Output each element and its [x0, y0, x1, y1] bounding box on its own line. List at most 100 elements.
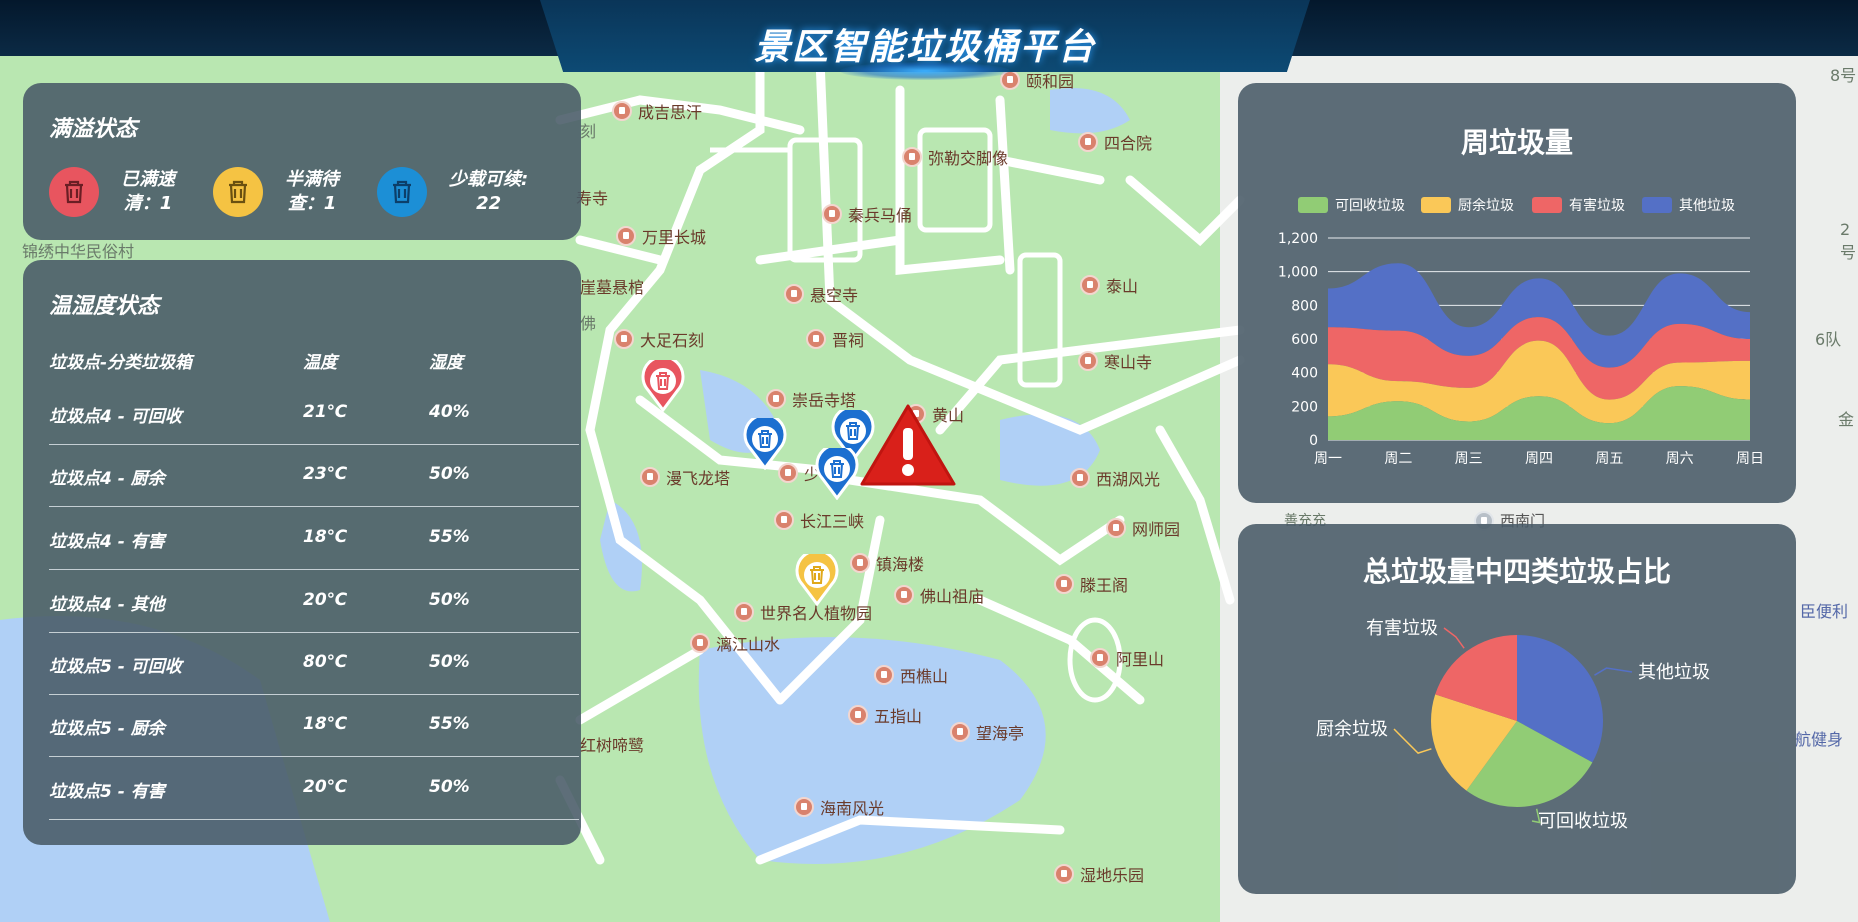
map-label: 佛: [580, 314, 597, 333]
poi[interactable]: 西樵山: [874, 663, 948, 687]
map-label: 臣便利: [1800, 602, 1849, 621]
poi[interactable]: 弥勒交脚像: [902, 145, 1008, 169]
poi[interactable]: 红树啼鹭: [580, 732, 644, 756]
overflow-status-panel: 满溢状态 已满速 清：1 半满待 查：1 少载可续: 22: [23, 83, 581, 240]
x-tick-label: 周三: [1455, 451, 1483, 467]
poi[interactable]: 四合院: [1078, 130, 1152, 154]
poi-icon: [1078, 132, 1098, 152]
poi[interactable]: 秦兵马俑: [822, 202, 912, 226]
poi-icon: [1106, 518, 1126, 538]
status-label: 已满速: [121, 169, 175, 190]
poi[interactable]: 望海亭: [950, 720, 1024, 744]
poi-icon: [766, 389, 786, 409]
poi[interactable]: 镇海楼: [850, 551, 924, 575]
poi[interactable]: 网师园: [1106, 516, 1180, 540]
humidity-cell: 40%: [429, 402, 470, 422]
pie-label: 可回收垃圾: [1538, 811, 1628, 832]
table-row[interactable]: 垃圾点5 - 有害 20℃ 50%: [49, 757, 579, 820]
poi[interactable]: 成吉思汗: [612, 99, 702, 123]
poi[interactable]: 西湖风光: [1070, 466, 1160, 490]
pie-leader-line: [1594, 667, 1633, 676]
point-cell: 垃圾点4 - 厨余: [49, 469, 165, 489]
poi[interactable]: 佛山祖庙: [894, 583, 984, 607]
map-label: 8号: [1830, 66, 1857, 85]
poi[interactable]: 晋祠: [806, 327, 864, 351]
status-value: 查：1: [287, 193, 337, 214]
legend-swatch[interactable]: [1642, 197, 1672, 213]
bin-marker-full[interactable]: [640, 360, 686, 412]
status-ok[interactable]: 少载可续: 22: [377, 167, 528, 217]
poi-icon: [794, 797, 814, 817]
legend-label[interactable]: 厨余垃圾: [1458, 197, 1514, 214]
poi-icon: [848, 705, 868, 725]
map-label: 锦绣中华民俗村: [22, 242, 135, 261]
point-cell: 垃圾点5 - 厨余: [49, 719, 165, 739]
poi[interactable]: 万里长城: [616, 224, 706, 248]
poi[interactable]: 漫飞龙塔: [640, 465, 730, 489]
pie-chart[interactable]: 其他垃圾可回收垃圾 厨余垃圾 有害垃圾: [1238, 524, 1796, 894]
pie-label: 有害垃圾: [1366, 618, 1438, 639]
poi-icon: [784, 284, 804, 304]
poi-icon: [774, 510, 794, 530]
map-label: 金: [1838, 410, 1855, 429]
poi-icon: [902, 147, 922, 167]
area-chart[interactable]: 可回收垃圾 厨余垃圾 有害垃圾 其他垃圾 0 200 400 600 800 1,000 1,200…: [1238, 83, 1796, 503]
legend-swatch[interactable]: [1421, 197, 1451, 213]
point-cell: 垃圾点5 - 有害: [49, 782, 165, 802]
poi[interactable]: 崖墓悬棺: [580, 274, 644, 298]
humidity-cell: 50%: [429, 590, 470, 610]
legend-label[interactable]: 其他垃圾: [1679, 198, 1735, 214]
humidity-cell: 55%: [429, 527, 470, 547]
table-header: 垃圾点-分类垃圾箱: [49, 353, 193, 373]
poi-icon: [1054, 864, 1074, 884]
poi-icon: [1078, 351, 1098, 371]
poi[interactable]: 滕王阁: [1054, 572, 1128, 596]
y-tick-label: 800: [1291, 298, 1318, 314]
poi[interactable]: 漓江山水: [690, 631, 780, 655]
bin-marker-ok[interactable]: [742, 418, 788, 470]
poi[interactable]: 寒山寺: [1078, 349, 1152, 373]
trash-icon: [377, 167, 427, 217]
x-tick-label: 周二: [1384, 451, 1412, 467]
table-row[interactable]: 垃圾点5 - 厨余 18℃ 55%: [49, 694, 579, 757]
legend-label[interactable]: 可回收垃圾: [1335, 198, 1405, 214]
table-row[interactable]: 垃圾点4 - 厨余 23℃ 50%: [49, 444, 579, 507]
table-row[interactable]: 垃圾点5 - 可回收 80℃ 50%: [49, 632, 579, 695]
legend-swatch[interactable]: [1532, 197, 1562, 213]
poi[interactable]: 泰山: [1080, 273, 1138, 297]
trash-icon: [213, 167, 263, 217]
bin-marker-ok[interactable]: [814, 448, 860, 500]
poi[interactable]: 崇岳寺塔: [766, 387, 856, 411]
poi-icon: [616, 226, 636, 246]
table-row[interactable]: 垃圾点4 - 其他 20℃ 50%: [49, 570, 579, 633]
poi[interactable]: 大足石刻: [614, 327, 704, 351]
table-header: 温度: [303, 353, 337, 373]
poi[interactable]: 五指山: [848, 703, 922, 727]
page-title: 景区智能垃圾桶平台: [753, 27, 1096, 68]
poi[interactable]: 海南风光: [794, 795, 884, 819]
humidity-cell: 55%: [429, 714, 470, 734]
legend-swatch[interactable]: [1298, 197, 1328, 213]
temp-cell: 20℃: [303, 590, 348, 610]
trash-icon: [49, 167, 99, 217]
poi[interactable]: 长江三峡: [774, 508, 864, 532]
table-row[interactable]: 垃圾点4 - 有害 18℃ 55%: [49, 507, 579, 570]
pie-label: 其他垃圾: [1638, 662, 1710, 683]
poi-icon: [640, 467, 660, 487]
poi[interactable]: 阿里山: [1090, 646, 1164, 670]
y-tick-label: 200: [1291, 399, 1318, 415]
poi[interactable]: 湿地乐园: [1054, 862, 1144, 886]
table-row[interactable]: 垃圾点4 - 可回收 21℃ 40%: [49, 382, 579, 445]
status-full[interactable]: 已满速 清：1: [49, 167, 175, 217]
legend-label[interactable]: 有害垃圾: [1569, 198, 1625, 214]
status-label: 少载可续:: [449, 169, 529, 190]
bin-marker-half[interactable]: [794, 554, 840, 606]
panel-title: 温湿度状态: [49, 294, 160, 319]
poi[interactable]: 悬空寺: [784, 282, 858, 306]
x-tick-label: 周六: [1666, 451, 1694, 467]
poi-icon: [822, 204, 842, 224]
warning-icon[interactable]: [860, 404, 956, 488]
status-half[interactable]: 半满待 查：1: [213, 167, 339, 217]
y-tick-label: 600: [1291, 332, 1318, 348]
temp-cell: 18℃: [303, 527, 348, 547]
